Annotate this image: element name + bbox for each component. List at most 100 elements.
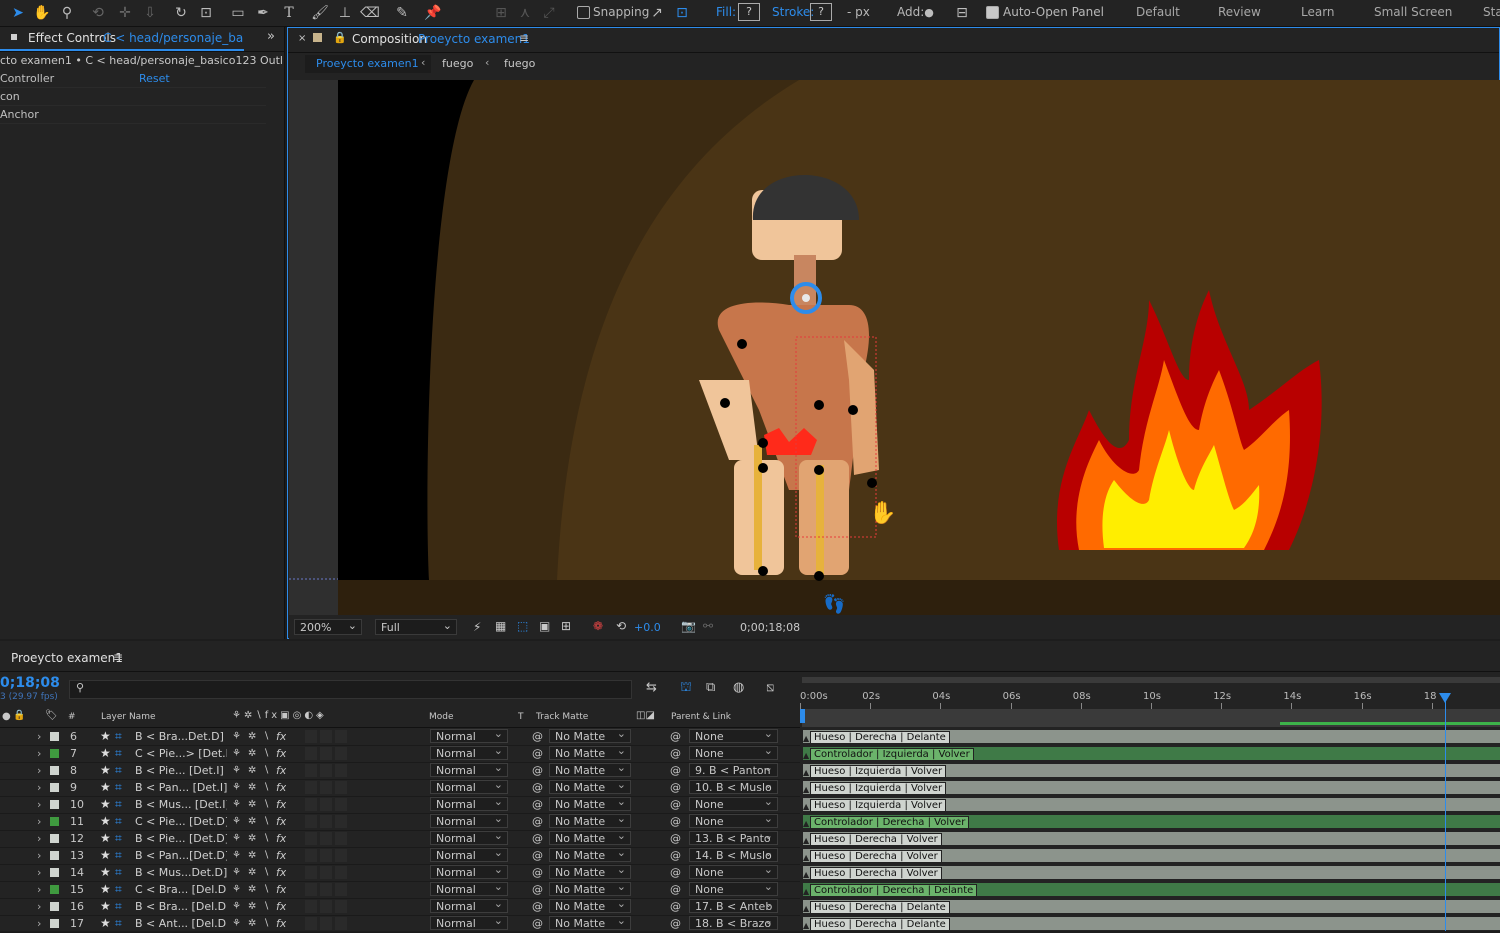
layer-duration-bar[interactable]: ▲ Controlador | Izquierda | Volver (803, 747, 1500, 761)
motion-blur-switch[interactable] (305, 900, 317, 913)
3d-layer-switch[interactable] (335, 747, 347, 760)
comp-crumb-fuego-2[interactable]: fuego (504, 57, 535, 70)
adjustment-switch[interactable] (320, 900, 332, 913)
preserve-transparency-icon[interactable]: @ (532, 847, 543, 864)
blend-mode-dropdown[interactable]: Normal (430, 914, 508, 930)
blend-mode-dropdown[interactable]: Normal (430, 897, 508, 913)
expand-arrow-icon[interactable]: › (37, 915, 41, 932)
track-matte-dropdown[interactable]: No Matte (549, 897, 631, 913)
fx-switch-icon[interactable]: fx (276, 864, 286, 881)
comp-crumb-active[interactable]: Proeycto examen1 ‹ (305, 55, 431, 73)
blend-mode-dropdown[interactable]: Normal (430, 829, 508, 845)
expand-arrow-icon[interactable]: › (37, 779, 41, 796)
layer-row[interactable]: › 14 ★ ⌗ B < Mus...Det.D] ⚘ ✲ ∖ fx Normal @ No Matt… (0, 863, 800, 882)
adjustment-switch[interactable] (320, 866, 332, 879)
quality-switch-icon[interactable]: ∖ (263, 796, 269, 813)
preserve-transparency-icon[interactable]: @ (532, 898, 543, 915)
transparency-grid-icon[interactable]: ▦ (495, 619, 506, 633)
layer-name-header[interactable]: Layer Name (101, 712, 156, 722)
parent-dropdown[interactable]: None (689, 865, 778, 879)
world-axis-icon[interactable]: ⋏ (515, 3, 535, 23)
collapse-switch-icon[interactable]: ✲ (248, 881, 256, 898)
3d-layer-switch[interactable] (335, 866, 347, 879)
motion-blur-switch[interactable] (305, 730, 317, 743)
blend-mode-dropdown[interactable]: Normal (430, 863, 508, 879)
shy-switch-icon[interactable]: ⚘ (232, 745, 241, 762)
collapse-switch-icon[interactable]: ✲ (248, 779, 256, 796)
parent-dropdown[interactable]: 9. B < Panton (689, 763, 778, 777)
shy-switch-icon[interactable]: ⚘ (232, 830, 241, 847)
shy-switch-icon[interactable]: ⚘ (232, 864, 241, 881)
expand-arrow-icon[interactable]: › (37, 898, 41, 915)
fill-swatch[interactable]: ? (738, 3, 760, 21)
pick-whip-icon[interactable]: @ (670, 728, 681, 745)
preserve-transparency-icon[interactable]: @ (532, 728, 543, 745)
dolly-camera-icon[interactable]: ⇩ (140, 3, 160, 23)
composition-title[interactable]: Composition (352, 32, 427, 46)
track-matte-dropdown[interactable]: No Matte (549, 880, 631, 896)
quality-switch-icon[interactable]: ∖ (263, 813, 269, 830)
layer-name[interactable]: B < Mus...Det.D] (135, 864, 227, 881)
blend-mode-dropdown[interactable]: Normal (430, 744, 508, 760)
track-matte-dropdown[interactable]: No Matte (549, 812, 631, 828)
layer-duration-bar[interactable]: ▲ Controlador | Derecha | Delante (803, 883, 1500, 897)
shy-switch-icon[interactable]: ⚘ (232, 881, 241, 898)
current-time-display[interactable]: 0;00;18;08 (740, 621, 800, 634)
3d-layer-switch[interactable] (335, 900, 347, 913)
expand-panels-icon[interactable]: » (267, 29, 275, 44)
hand-tool-icon[interactable]: ✋ (32, 3, 52, 23)
layer-label-swatch[interactable] (50, 919, 59, 928)
layer-duration-bar[interactable]: ▲ Hueso | Derecha | Delante (803, 917, 1500, 931)
time-ruler[interactable]: 0:00s 02s 04s 06s 08s 10s 12s 14s 16s 18 (800, 675, 1500, 727)
3d-layer-switch[interactable] (335, 917, 347, 930)
motion-blur-switch[interactable] (305, 849, 317, 862)
motion-blur-switch[interactable] (305, 866, 317, 879)
magnification-dropdown[interactable]: 200% ⌄ (294, 619, 362, 635)
panel-menu-icon[interactable]: ≡ (519, 31, 529, 45)
collapse-switch-icon[interactable]: ✲ (248, 847, 256, 864)
pan-camera-icon[interactable]: ✛ (115, 3, 135, 23)
layer-label-swatch[interactable] (50, 783, 59, 792)
layer-duration-bar[interactable]: ▲ Hueso | Derecha | Delante (803, 900, 1500, 914)
track-matte-dropdown[interactable]: No Matte (549, 795, 631, 811)
snapping-checkbox[interactable] (577, 6, 590, 19)
blend-mode-dropdown[interactable]: Normal (430, 812, 508, 828)
layer-label-swatch[interactable] (50, 885, 59, 894)
pick-whip-icon[interactable]: @ (670, 762, 681, 779)
collapse-switch-icon[interactable]: ✲ (248, 864, 256, 881)
layer-row[interactable]: › 8 ★ ⌗ B < Pie... [Det.I] ⚘ ✲ ∖ fx Normal @ No Mat… (0, 761, 800, 780)
adjustment-switch[interactable] (320, 849, 332, 862)
3d-layer-switch[interactable] (335, 781, 347, 794)
collapse-switch-icon[interactable]: ✲ (248, 762, 256, 779)
rotation-tool-icon[interactable]: ↻ (171, 3, 191, 23)
parent-dropdown[interactable]: None (689, 814, 778, 828)
3d-layer-switch[interactable] (335, 798, 347, 811)
shy-switch-icon[interactable]: ⚘ (232, 796, 241, 813)
quality-switch-icon[interactable]: ∖ (263, 864, 269, 881)
layer-label-swatch[interactable] (50, 732, 59, 741)
track-matte-dropdown[interactable]: No Matte (549, 744, 631, 760)
parent-dropdown[interactable]: None (689, 797, 778, 811)
layer-name[interactable]: C < Bra... [Del.D] (135, 881, 227, 898)
3d-layer-switch[interactable] (335, 730, 347, 743)
layer-label-swatch[interactable] (50, 834, 59, 843)
stroke-width-label[interactable]: - px (847, 5, 870, 19)
layer-row[interactable]: › 9 ★ ⌗ B < Pan... [Det.I] ⚘ ✲ ∖ fx Normal @ No Mat… (0, 778, 800, 797)
blend-mode-dropdown[interactable]: Normal (430, 778, 508, 794)
parent-dropdown[interactable]: None (689, 729, 778, 743)
composition-viewer[interactable]: ✋ 👣 (289, 80, 1500, 615)
stroke-swatch[interactable]: ? (810, 3, 832, 21)
layer-duration-bar[interactable]: ▲ Hueso | Derecha | Volver (803, 849, 1500, 863)
parent-dropdown[interactable]: 14. B < Muslo (689, 848, 778, 862)
track-matte-dropdown[interactable]: No Matte (549, 863, 631, 879)
blend-mode-dropdown[interactable]: Normal (430, 795, 508, 811)
shy-layers-icon[interactable]: ⧉ (706, 680, 715, 695)
add-property-icon[interactable]: ● (919, 3, 939, 23)
collapse-switch-icon[interactable]: ✲ (248, 728, 256, 745)
collapse-switch-icon[interactable]: ✲ (248, 813, 256, 830)
expand-arrow-icon[interactable]: › (37, 762, 41, 779)
current-time-timecode[interactable]: 0;18;08 (0, 675, 60, 691)
expand-arrow-icon[interactable]: › (37, 847, 41, 864)
adjustment-switch[interactable] (320, 832, 332, 845)
pick-whip-icon[interactable]: @ (670, 796, 681, 813)
